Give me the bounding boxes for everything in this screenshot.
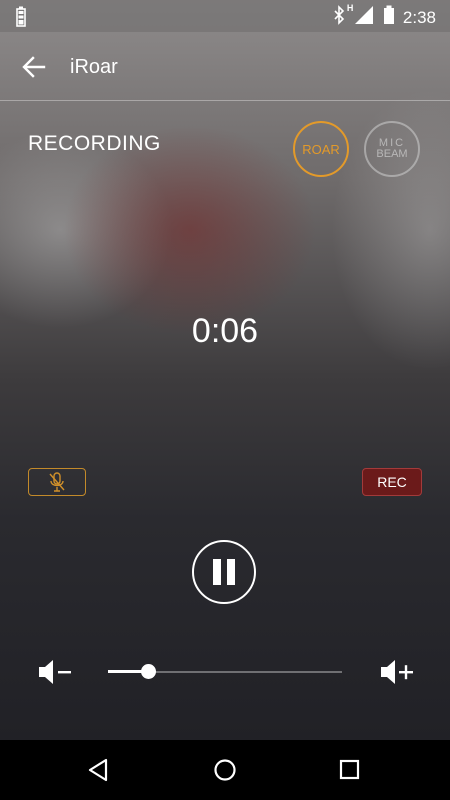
roar-mode-button[interactable]: ROAR — [293, 121, 349, 177]
recording-timer: 0:06 — [191, 312, 259, 350]
mic-off-icon — [49, 472, 65, 492]
signal-icon: H — [347, 3, 375, 30]
status-bar: H 2:38 — [0, 0, 450, 32]
rec-label: REC — [377, 474, 407, 490]
rec-button[interactable]: REC — [362, 468, 422, 496]
system-nav-bar — [0, 740, 450, 800]
battery-charging-icon — [14, 6, 28, 33]
volume-slider[interactable] — [108, 664, 342, 680]
bluetooth-icon — [333, 5, 345, 30]
volume-up-icon — [381, 660, 413, 684]
volume-up-button[interactable] — [378, 657, 416, 687]
volume-down-button[interactable] — [36, 657, 74, 687]
status-time: 2:38 — [402, 7, 436, 27]
volume-down-icon — [39, 660, 71, 684]
nav-back-button[interactable] — [84, 755, 114, 785]
app-toolbar: iRoar — [0, 32, 450, 101]
roar-mode-label: ROAR — [302, 141, 340, 157]
arrow-left-icon — [22, 56, 46, 78]
mic-mute-button[interactable] — [28, 468, 86, 496]
pause-button[interactable] — [192, 540, 256, 604]
back-button[interactable] — [18, 52, 50, 82]
pause-icon — [210, 559, 238, 585]
micbeam-mode-button[interactable]: MIC BEAM — [364, 121, 420, 177]
page-title: iRoar — [70, 56, 118, 78]
nav-home-button[interactable] — [210, 755, 240, 785]
recents-square-icon — [339, 759, 360, 780]
mode-label: RECORDING — [28, 132, 161, 155]
background-image — [0, 0, 450, 740]
network-type-label: H — [346, 3, 354, 13]
home-circle-icon — [214, 759, 236, 781]
battery-icon — [383, 5, 395, 30]
micbeam-label-line2: BEAM — [376, 148, 408, 160]
nav-recents-button[interactable] — [335, 755, 365, 785]
volume-slider-thumb[interactable] — [140, 664, 156, 679]
back-triangle-icon — [88, 758, 108, 782]
